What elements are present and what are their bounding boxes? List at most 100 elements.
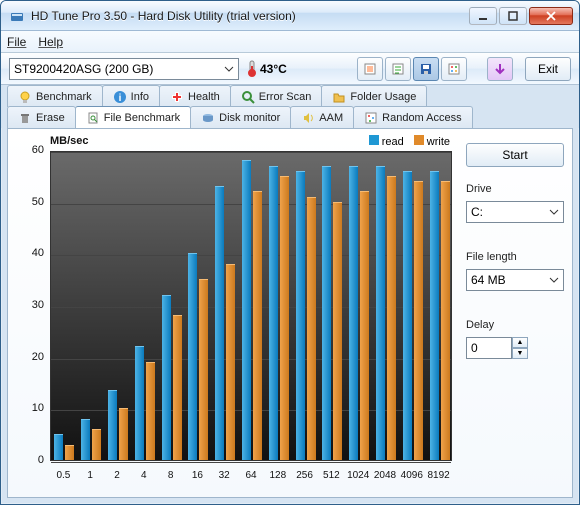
tab-random-access[interactable]: Random Access <box>353 106 472 128</box>
bar-read <box>430 171 439 460</box>
bar-write <box>387 176 396 460</box>
bar-read <box>188 253 197 460</box>
x-tick: 4 <box>141 470 147 481</box>
bar-read <box>296 171 305 460</box>
chevron-down-icon <box>549 275 559 285</box>
drive-label: Drive <box>466 183 564 195</box>
tab-folder-usage[interactable]: Folder Usage <box>321 85 427 107</box>
bar-read <box>81 419 90 460</box>
trash-icon <box>18 111 32 125</box>
x-tick: 256 <box>296 470 313 481</box>
window-title: HD Tune Pro 3.50 - Hard Disk Utility (tr… <box>31 9 469 23</box>
chevron-down-icon <box>224 64 234 74</box>
options-button[interactable] <box>441 57 467 81</box>
file-length-label: File length <box>466 251 564 263</box>
maximize-button[interactable] <box>499 7 527 25</box>
delay-spinner[interactable]: 0 ▲ ▼ <box>466 337 564 359</box>
tab-file-benchmark[interactable]: File Benchmark <box>75 106 191 128</box>
folder-icon <box>332 90 346 104</box>
bar-read <box>349 166 358 461</box>
tab-health[interactable]: Health <box>159 85 231 107</box>
drive-select-value: ST9200420ASG (200 GB) <box>14 59 153 79</box>
bar-write <box>360 191 369 460</box>
x-tick: 2 <box>114 470 120 481</box>
bulb-icon <box>18 90 32 104</box>
chart-area: MB/sec read write 01020304050600.5124816… <box>14 135 456 483</box>
tab-aam[interactable]: AAM <box>290 106 354 128</box>
x-tick: 32 <box>219 470 230 481</box>
minimize-button[interactable] <box>469 7 497 25</box>
toolbar: ST9200420ASG (200 GB) 43°C Exit <box>1 53 579 85</box>
app-icon <box>9 8 25 24</box>
bar-write <box>92 429 101 460</box>
x-tick: 128 <box>269 470 286 481</box>
delay-label: Delay <box>466 319 564 331</box>
disk-icon <box>201 111 215 125</box>
x-tick: 1024 <box>347 470 369 481</box>
bar-read <box>108 390 117 460</box>
temperature-indicator: 43°C <box>247 60 287 78</box>
thermometer-icon <box>247 60 257 78</box>
bar-read <box>322 166 331 461</box>
y-tick: 10 <box>14 402 44 414</box>
bar-read <box>376 166 385 461</box>
sound-icon <box>301 111 315 125</box>
info-icon: i <box>113 90 127 104</box>
svg-text:i: i <box>118 93 121 104</box>
y-tick: 60 <box>14 144 44 156</box>
y-tick: 0 <box>14 454 44 466</box>
delay-up-button[interactable]: ▲ <box>512 337 528 348</box>
y-tick: 40 <box>14 247 44 259</box>
tab-erase[interactable]: Erase <box>7 106 76 128</box>
x-tick: 1 <box>87 470 93 481</box>
y-tick: 20 <box>14 351 44 363</box>
bar-write <box>441 181 450 460</box>
bar-read <box>242 160 251 460</box>
x-tick: 16 <box>192 470 203 481</box>
bar-read <box>269 166 278 461</box>
bar-write <box>333 202 342 460</box>
bar-read <box>54 434 63 460</box>
down-arrow-button[interactable] <box>487 57 513 81</box>
copy-info-button[interactable] <box>385 57 411 81</box>
chart-legend: read write <box>369 135 450 148</box>
drive-combo[interactable]: C: <box>466 201 564 223</box>
x-tick: 2048 <box>374 470 396 481</box>
health-icon <box>170 90 184 104</box>
chevron-down-icon <box>549 207 559 217</box>
tab-disk-monitor[interactable]: Disk monitor <box>190 106 291 128</box>
x-tick: 4096 <box>401 470 423 481</box>
drive-select[interactable]: ST9200420ASG (200 GB) <box>9 58 239 80</box>
titlebar: HD Tune Pro 3.50 - Hard Disk Utility (tr… <box>1 1 579 31</box>
tab-benchmark[interactable]: Benchmark <box>7 85 103 107</box>
file-length-combo[interactable]: 64 MB <box>466 269 564 291</box>
delay-down-button[interactable]: ▼ <box>512 348 528 359</box>
search-icon <box>241 90 255 104</box>
start-button[interactable]: Start <box>466 143 564 167</box>
menu-file[interactable]: File <box>7 35 26 49</box>
menu-help[interactable]: Help <box>38 35 63 49</box>
bar-write <box>253 191 262 460</box>
x-tick: 64 <box>245 470 256 481</box>
random-icon <box>364 111 378 125</box>
temperature-value: 43°C <box>260 62 287 76</box>
close-button[interactable] <box>529 7 573 25</box>
bar-read <box>403 171 412 460</box>
copy-screenshot-button[interactable] <box>357 57 383 81</box>
bar-write <box>307 197 316 461</box>
bar-write <box>146 362 155 460</box>
exit-button[interactable]: Exit <box>525 57 571 81</box>
menu-bar: File Help <box>1 31 579 53</box>
bar-write <box>199 279 208 460</box>
bar-read <box>215 186 224 460</box>
bar-write <box>280 176 289 460</box>
y-tick: 30 <box>14 299 44 311</box>
tab-error-scan[interactable]: Error Scan <box>230 85 323 107</box>
tab-info[interactable]: iInfo <box>102 85 160 107</box>
x-tick: 0.5 <box>56 470 70 481</box>
bar-write <box>414 181 423 460</box>
y-tick: 50 <box>14 196 44 208</box>
save-button[interactable] <box>413 57 439 81</box>
bar-read <box>135 346 144 460</box>
x-tick: 8 <box>168 470 174 481</box>
